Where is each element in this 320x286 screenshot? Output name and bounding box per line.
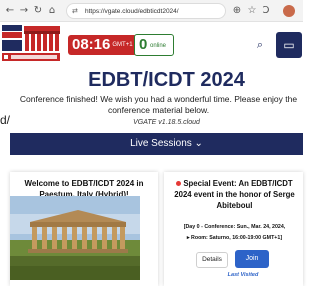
reload-icon[interactable]: ↻	[32, 4, 44, 18]
event-title-text: Special Event: An EDBT/ICDT 2024 event i…	[174, 179, 295, 210]
bookmark-star-icon[interactable]: ☆	[246, 4, 258, 18]
search-icon[interactable]: ⌕	[249, 34, 271, 56]
address-bar-url[interactable]: https://vgate.cloud/edbticdt2024/	[85, 6, 179, 17]
online-count: 0	[139, 36, 148, 53]
event-room: ▸ Room: Saturno, 16:00-19:00 GMT+1]	[186, 235, 283, 241]
page-title: EDBT/ICDT 2024	[88, 69, 245, 91]
online-counter[interactable]: 0 online	[134, 34, 174, 56]
local-time-clock: 08:16 GMT+1	[68, 35, 137, 55]
details-button[interactable]: Details	[196, 252, 228, 268]
event-title: Special Event: An EDBT/ICDT 2024 event i…	[168, 178, 301, 211]
clock-time: 08:16	[72, 36, 111, 53]
home-icon[interactable]: ⌂	[46, 4, 58, 18]
live-sessions-toggle[interactable]: Live Sessions ⌄	[10, 133, 303, 155]
browser-toolbar: ← → ↻ ⌂ ⇄ https://vgate.cloud/edbticdt20…	[0, 0, 303, 22]
conference-finished-message: Conference finished! We wish you had a w…	[19, 94, 298, 115]
clock-timezone: GMT+1	[112, 42, 133, 49]
menu-icon[interactable]: ▭	[276, 32, 302, 58]
zoom-icon[interactable]: ⊕	[231, 4, 243, 18]
paestum-temple-photo	[10, 196, 140, 280]
join-button[interactable]: Join	[235, 250, 269, 268]
event-day: [Day 0 - Conference: Sun., Mar. 24, 2024…	[183, 224, 286, 230]
profile-avatar[interactable]	[283, 5, 295, 17]
extensions-icon[interactable]: Ɔ	[260, 4, 272, 18]
live-dot-icon	[176, 181, 182, 187]
back-arrow-icon[interactable]: ←	[4, 4, 16, 18]
address-bar[interactable]: ⇄ https://vgate.cloud/edbticdt2024/	[66, 3, 226, 19]
online-label: online	[150, 43, 167, 49]
version-label: VGATE v1.18.5.cloud	[133, 119, 200, 126]
last-visited-label: Last Visited	[227, 272, 259, 278]
site-settings-icon[interactable]: ⇄	[72, 7, 82, 16]
forward-arrow-icon[interactable]: →	[18, 4, 30, 18]
edbt-icdt-logo-icon[interactable]	[2, 24, 62, 64]
